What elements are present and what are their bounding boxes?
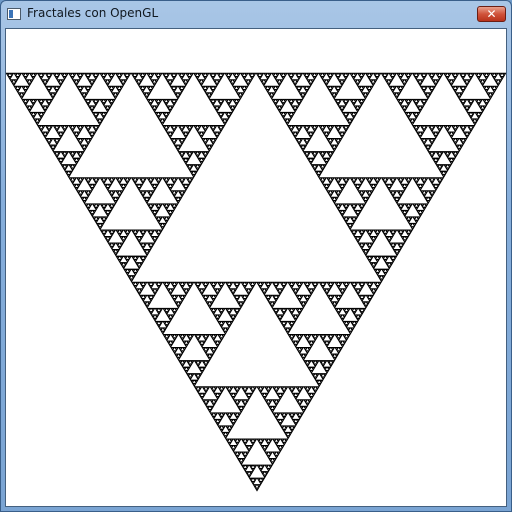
render-area [5,28,507,507]
app-window-icon [7,8,21,20]
app-window: Fractales con OpenGL ✕ [0,0,512,512]
sierpinski-fractal [6,72,506,492]
close-icon: ✕ [486,7,497,21]
window-title: Fractales con OpenGL [27,6,159,20]
close-button[interactable]: ✕ [477,6,506,22]
sierpinski-path [6,72,506,492]
title-bar[interactable]: Fractales con OpenGL ✕ [1,1,511,28]
